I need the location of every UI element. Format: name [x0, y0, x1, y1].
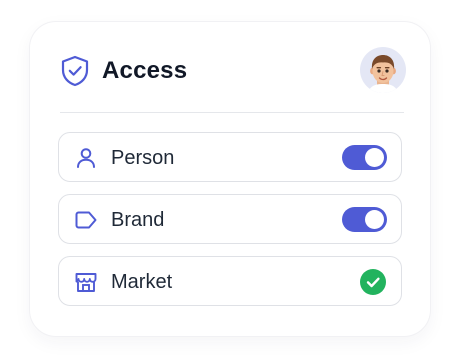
store-icon [73, 269, 99, 295]
header-divider [60, 112, 404, 113]
toggle-knob [365, 210, 384, 229]
access-card: Access Person Brand Market [30, 22, 430, 336]
permission-label: Person [111, 147, 175, 169]
person-toggle[interactable] [342, 145, 387, 170]
person-icon [73, 145, 99, 171]
permission-row-person[interactable]: Person [58, 132, 402, 182]
check-icon[interactable] [360, 269, 386, 295]
permission-label: Market [111, 271, 173, 293]
permission-row-market[interactable]: Market [58, 256, 402, 306]
shield-check-icon [60, 55, 90, 87]
toggle-knob [365, 148, 384, 167]
tag-icon [73, 207, 99, 233]
avatar[interactable] [360, 47, 406, 93]
card-header: Access [60, 47, 406, 93]
brand-toggle[interactable] [342, 207, 387, 232]
permission-label: Brand [111, 209, 165, 231]
permission-row-brand[interactable]: Brand [58, 194, 402, 244]
page-title: Access [102, 57, 188, 84]
